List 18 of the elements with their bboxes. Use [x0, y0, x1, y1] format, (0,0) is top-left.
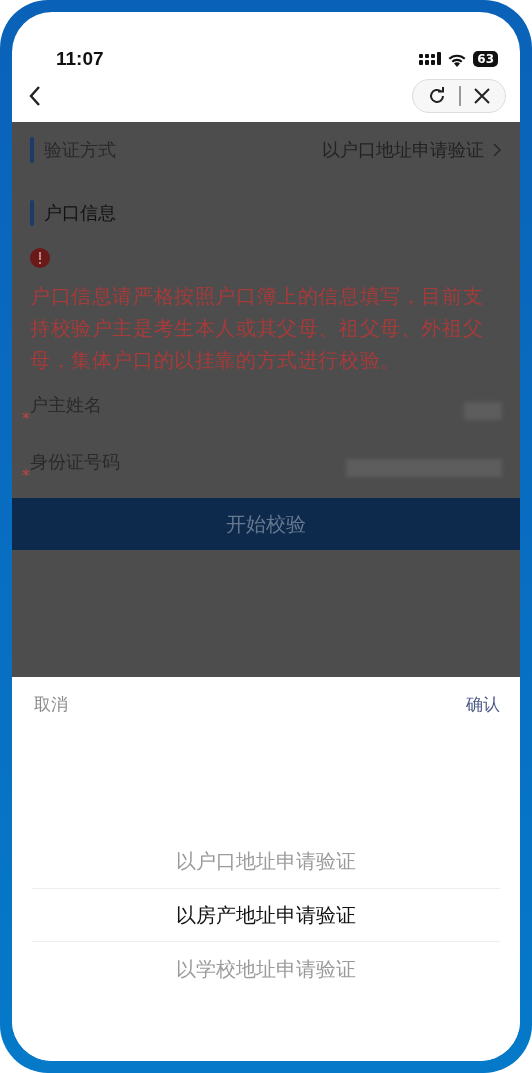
picker-option[interactable]: 以户口地址申请验证 — [32, 834, 500, 888]
picker-option[interactable]: 以学校地址申请验证 — [32, 942, 500, 996]
warning-icon — [30, 248, 50, 268]
required-mark: * — [22, 409, 30, 428]
notice-text: 户口信息请严格按照户口簿上的信息填写，目前支持校验户主是考生本人或其父母、祖父母、外祖父母，集体户口的以挂靠的方式进行校验。 — [30, 283, 485, 374]
signal-icon — [419, 52, 442, 66]
section-title: 户口信息 — [44, 201, 116, 225]
required-mark: * — [22, 466, 30, 485]
chevron-icon — [492, 142, 502, 158]
battery-level: 63 — [473, 51, 498, 67]
start-verify-button[interactable]: 开始校验 — [12, 498, 520, 550]
picker-option[interactable]: 以房产地址申请验证 — [32, 888, 500, 942]
refresh-icon[interactable] — [427, 86, 447, 106]
close-icon[interactable] — [473, 87, 491, 105]
status-time: 11:07 — [56, 48, 104, 70]
confirm-button[interactable]: 确认 — [466, 693, 500, 716]
cancel-button[interactable]: 取消 — [34, 693, 68, 716]
back-icon[interactable] — [28, 85, 42, 107]
